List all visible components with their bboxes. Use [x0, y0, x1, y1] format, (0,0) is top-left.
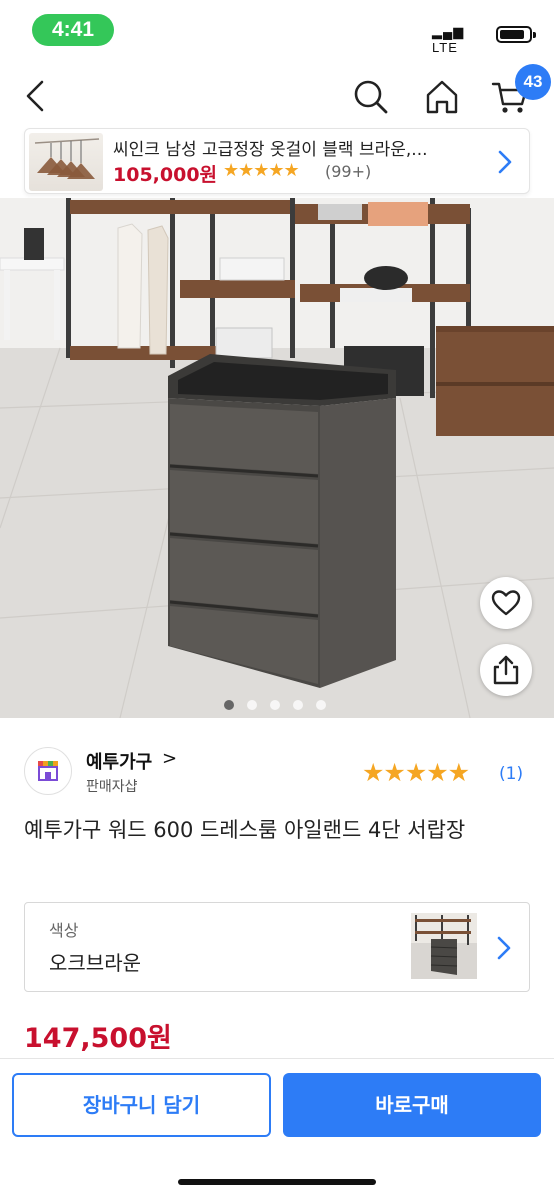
- recent-item-price: 105,000원: [113, 164, 218, 186]
- recent-item-review-count: (99+): [325, 162, 372, 181]
- recent-item-banner[interactable]: 씨인크 남성 고급정장 옷걸이 블랙 브라운,... 105,000원 ★★★★…: [24, 128, 530, 194]
- color-option-selector[interactable]: 색상 오크브라운: [24, 902, 530, 992]
- signal-icon: ▂▄▆: [432, 24, 465, 39]
- page-dot[interactable]: [224, 700, 234, 710]
- bottom-action-bar: 장바구니 담기 바로구매: [0, 1058, 554, 1200]
- home-indicator[interactable]: [178, 1179, 376, 1185]
- page-dot[interactable]: [316, 700, 326, 710]
- back-icon[interactable]: [16, 76, 56, 116]
- option-thumbnail: [411, 913, 477, 979]
- network-indicator: ▂▄▆ LTE: [432, 24, 492, 55]
- rating-stars: ★★★★★: [362, 758, 470, 787]
- review-count-link[interactable]: (1): [499, 764, 523, 784]
- buy-now-button[interactable]: 바로구매: [283, 1073, 541, 1137]
- page-dot[interactable]: [247, 700, 257, 710]
- product-photo: [0, 198, 554, 718]
- option-label: 색상: [49, 921, 79, 940]
- product-title: 예투가구 워드 600 드레스룸 아일랜드 4단 서랍장: [24, 818, 466, 842]
- share-button[interactable]: [480, 644, 532, 696]
- chevron-right-icon: [497, 936, 511, 960]
- status-bar: 4:41 ▂▄▆ LTE: [0, 0, 554, 60]
- recent-item-stars: ★★★★★: [223, 160, 300, 181]
- heart-icon: [491, 590, 521, 616]
- top-nav: [0, 60, 554, 132]
- product-price: 147,500원: [24, 1023, 172, 1054]
- wishlist-button[interactable]: [480, 577, 532, 629]
- product-detail-screen: 4:41 ▂▄▆ LTE 43 씨인크 남성 고급정장 옷걸이 블랙 브라운,.…: [0, 0, 554, 1200]
- option-value: 오크브라운: [49, 951, 141, 975]
- battery-icon: [496, 26, 536, 43]
- chevron-right-icon[interactable]: [493, 147, 517, 177]
- option-photo: [411, 913, 477, 979]
- recent-item-thumbnail: [29, 133, 103, 191]
- status-time: 4:41: [32, 14, 114, 46]
- gallery-page-indicator: [222, 700, 332, 710]
- cart-count-badge: 43: [515, 64, 551, 100]
- seller-name[interactable]: 예투가구: [86, 748, 152, 774]
- chevron-right-icon[interactable]: >: [162, 748, 177, 769]
- product-image-gallery[interactable]: [0, 198, 554, 718]
- page-dot[interactable]: [293, 700, 303, 710]
- seller-subtitle: 판매자샵: [86, 779, 138, 795]
- recent-item-title: 씨인크 남성 고급정장 옷걸이 블랙 브라운,...: [113, 140, 428, 160]
- home-icon[interactable]: [422, 76, 462, 116]
- store-icon: [38, 761, 58, 781]
- search-icon[interactable]: [350, 76, 390, 116]
- hanger-image: [34, 138, 100, 179]
- seller-logo[interactable]: [24, 747, 72, 795]
- share-icon: [493, 655, 519, 685]
- add-to-cart-button[interactable]: 장바구니 담기: [12, 1073, 271, 1137]
- page-dot[interactable]: [270, 700, 280, 710]
- network-type: LTE: [432, 40, 458, 55]
